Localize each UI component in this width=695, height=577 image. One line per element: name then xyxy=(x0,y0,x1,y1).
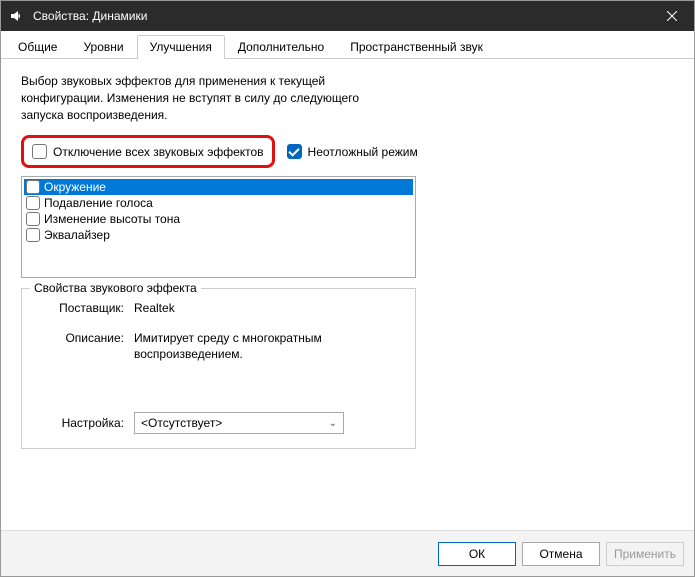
effect-item[interactable]: Эквалайзер xyxy=(24,227,413,243)
effect-label: Изменение высоты тона xyxy=(44,212,180,226)
chevron-down-icon: ⌄ xyxy=(329,418,337,429)
window-title: Свойства: Динамики xyxy=(33,9,649,23)
window-frame: Свойства: Динамики Общие Уровни Улучшени… xyxy=(0,0,695,577)
titlebar: Свойства: Динамики xyxy=(1,1,694,31)
close-icon xyxy=(667,11,677,21)
effect-label: Окружение xyxy=(44,180,106,194)
tab-body-enhancements: Выбор звуковых эффектов для применения к… xyxy=(1,59,694,530)
footer: ОК Отмена Применить xyxy=(1,530,694,576)
effect-item[interactable]: Окружение xyxy=(24,179,413,195)
effect-checkbox[interactable] xyxy=(26,196,40,210)
effect-label: Эквалайзер xyxy=(44,228,110,242)
effect-checkbox[interactable] xyxy=(26,180,40,194)
immediate-checkbox[interactable] xyxy=(287,144,302,159)
tab-spatial[interactable]: Пространственный звук xyxy=(337,35,496,58)
immediate-mode-row: Неотложный режим xyxy=(287,144,418,159)
provider-value: Realtek xyxy=(134,301,401,317)
description-row: Описание: Имитирует среду с многократным… xyxy=(36,331,401,362)
setting-value: <Отсутствует> xyxy=(141,416,222,430)
close-button[interactable] xyxy=(649,1,694,31)
provider-row: Поставщик: Realtek xyxy=(36,301,401,317)
setting-label: Настройка: xyxy=(36,416,124,430)
toggles-row: Отключение всех звуковых эффектов Неотло… xyxy=(21,135,674,168)
apply-button: Применить xyxy=(606,542,684,566)
disable-all-checkbox[interactable] xyxy=(32,144,47,159)
cancel-button[interactable]: Отмена xyxy=(522,542,600,566)
setting-row: Настройка: <Отсутствует> ⌄ xyxy=(36,412,401,434)
tab-levels[interactable]: Уровни xyxy=(70,35,136,58)
effect-item[interactable]: Подавление голоса xyxy=(24,195,413,211)
effect-label: Подавление голоса xyxy=(44,196,153,210)
description-label: Описание: xyxy=(36,331,124,362)
setting-select[interactable]: <Отсутствует> ⌄ xyxy=(134,412,344,434)
effects-list: Окружение Подавление голоса Изменение вы… xyxy=(21,176,416,278)
tab-enhancements[interactable]: Улучшения xyxy=(137,35,225,58)
effect-item[interactable]: Изменение высоты тона xyxy=(24,211,413,227)
intro-text: Выбор звуковых эффектов для применения к… xyxy=(21,73,401,123)
effects-scroll[interactable]: Окружение Подавление голоса Изменение вы… xyxy=(24,179,413,275)
effect-checkbox[interactable] xyxy=(26,228,40,242)
speaker-icon xyxy=(9,8,25,24)
effect-properties-group: Свойства звукового эффекта Поставщик: Re… xyxy=(21,288,416,449)
provider-label: Поставщик: xyxy=(36,301,124,317)
content-area: Общие Уровни Улучшения Дополнительно Про… xyxy=(1,31,694,576)
immediate-label: Неотложный режим xyxy=(308,145,418,159)
ok-button[interactable]: ОК xyxy=(438,542,516,566)
tab-general[interactable]: Общие xyxy=(5,35,70,58)
effect-checkbox[interactable] xyxy=(26,212,40,226)
disable-all-highlight: Отключение всех звуковых эффектов xyxy=(21,135,275,168)
effect-properties-legend: Свойства звукового эффекта xyxy=(30,281,201,295)
tab-strip: Общие Уровни Улучшения Дополнительно Про… xyxy=(1,31,694,59)
tab-advanced[interactable]: Дополнительно xyxy=(225,35,337,58)
description-value: Имитирует среду с многократным воспроизв… xyxy=(134,331,401,362)
disable-all-label: Отключение всех звуковых эффектов xyxy=(53,145,264,159)
